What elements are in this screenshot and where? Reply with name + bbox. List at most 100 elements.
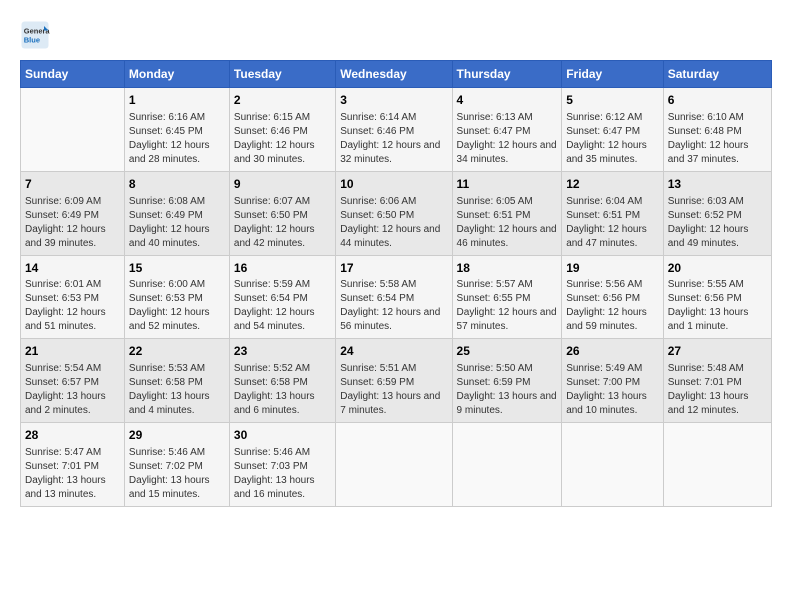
cell-week4-day6: 26Sunrise: 5:49 AMSunset: 7:00 PMDayligh… <box>562 339 664 423</box>
day-number: 19 <box>566 260 659 277</box>
day-number: 7 <box>25 176 120 193</box>
day-info: Sunrise: 5:46 AMSunset: 7:03 PMDaylight:… <box>234 446 331 502</box>
cell-week5-day5 <box>452 423 562 507</box>
header-tuesday: Tuesday <box>229 61 335 88</box>
cell-week2-day1: 7 Sunrise: 6:09 AMSunset: 6:49 PMDaylight… <box>21 171 125 255</box>
cell-week5-day2: 29 Sunrise: 5:46 AMSunset: 7:02 PMDayligh… <box>124 423 229 507</box>
cell-week3-day7: 20Sunrise: 5:55 AMSunset: 6:56 PMDayligh… <box>663 255 771 339</box>
day-info: Sunrise: 6:00 AMSunset: 6:53 PMDaylight:… <box>129 278 225 334</box>
day-info: Sunrise: 5:48 AMSunset: 7:01 PMDaylight:… <box>668 362 767 418</box>
header-wednesday: Wednesday <box>336 61 452 88</box>
svg-text:General: General <box>24 27 50 36</box>
day-info: Sunrise: 6:10 AMSunset: 6:48 PMDaylight:… <box>668 111 767 167</box>
cell-week5-day1: 28Sunrise: 5:47 AMSunset: 7:01 PMDayligh… <box>21 423 125 507</box>
day-number: 2 <box>234 92 331 109</box>
cell-week4-day5: 25 Sunrise: 5:50 AMSunset: 6:59 PMDayligh… <box>452 339 562 423</box>
day-info: Sunrise: 5:53 AMSunset: 6:58 PMDaylight:… <box>129 362 225 418</box>
day-info: Sunrise: 5:52 AMSunset: 6:58 PMDaylight:… <box>234 362 331 418</box>
cell-week2-day7: 13Sunrise: 6:03 AMSunset: 6:52 PMDayligh… <box>663 171 771 255</box>
day-info: Sunrise: 5:59 AMSunset: 6:54 PMDaylight:… <box>234 278 331 334</box>
day-info: Sunrise: 6:12 AMSunset: 6:47 PMDaylight:… <box>566 111 659 167</box>
day-number: 26 <box>566 343 659 360</box>
header-sunday: Sunday <box>21 61 125 88</box>
cell-week2-day3: 9 Sunrise: 6:07 AMSunset: 6:50 PMDaylight… <box>229 171 335 255</box>
logo: General Blue <box>20 20 54 50</box>
day-info: Sunrise: 5:46 AMSunset: 7:02 PMDaylight:… <box>129 446 225 502</box>
day-info: Sunrise: 6:09 AMSunset: 6:49 PMDaylight:… <box>25 195 120 251</box>
cell-week1-day3: 2 Sunrise: 6:15 AMSunset: 6:46 PMDaylight… <box>229 88 335 172</box>
cell-week2-day5: 11 Sunrise: 6:05 AMSunset: 6:51 PMDayligh… <box>452 171 562 255</box>
day-info: Sunrise: 5:51 AMSunset: 6:59 PMDaylight:… <box>340 362 447 418</box>
day-number: 22 <box>129 343 225 360</box>
day-info: Sunrise: 5:56 AMSunset: 6:56 PMDaylight:… <box>566 278 659 334</box>
cell-week5-day4 <box>336 423 452 507</box>
day-number: 11 <box>457 176 558 193</box>
day-number: 9 <box>234 176 331 193</box>
cell-week1-day5: 4Sunrise: 6:13 AMSunset: 6:47 PMDaylight… <box>452 88 562 172</box>
cell-week5-day7 <box>663 423 771 507</box>
day-number: 20 <box>668 260 767 277</box>
cell-week3-day6: 19Sunrise: 5:56 AMSunset: 6:56 PMDayligh… <box>562 255 664 339</box>
cell-week2-day2: 8 Sunrise: 6:08 AMSunset: 6:49 PMDaylight… <box>124 171 229 255</box>
day-number: 18 <box>457 260 558 277</box>
day-number: 3 <box>340 92 447 109</box>
cell-week4-day2: 22 Sunrise: 5:53 AMSunset: 6:58 PMDayligh… <box>124 339 229 423</box>
day-info: Sunrise: 6:01 AMSunset: 6:53 PMDaylight:… <box>25 278 120 334</box>
cell-week4-day3: 23 Sunrise: 5:52 AMSunset: 6:58 PMDayligh… <box>229 339 335 423</box>
day-number: 25 <box>457 343 558 360</box>
day-info: Sunrise: 6:08 AMSunset: 6:49 PMDaylight:… <box>129 195 225 251</box>
header-saturday: Saturday <box>663 61 771 88</box>
cell-week3-day1: 14Sunrise: 6:01 AMSunset: 6:53 PMDayligh… <box>21 255 125 339</box>
cell-week4-day4: 24 Sunrise: 5:51 AMSunset: 6:59 PMDayligh… <box>336 339 452 423</box>
week-row-3: 14Sunrise: 6:01 AMSunset: 6:53 PMDayligh… <box>21 255 772 339</box>
day-info: Sunrise: 6:05 AMSunset: 6:51 PMDaylight:… <box>457 195 558 251</box>
day-number: 30 <box>234 427 331 444</box>
day-number: 12 <box>566 176 659 193</box>
header: General Blue <box>20 20 772 50</box>
day-info: Sunrise: 6:16 AMSunset: 6:45 PMDaylight:… <box>129 111 225 167</box>
day-info: Sunrise: 5:57 AMSunset: 6:55 PMDaylight:… <box>457 278 558 334</box>
cell-week1-day6: 5 Sunrise: 6:12 AMSunset: 6:47 PMDaylight… <box>562 88 664 172</box>
cell-week4-day1: 21 Sunrise: 5:54 AMSunset: 6:57 PMDayligh… <box>21 339 125 423</box>
day-number: 6 <box>668 92 767 109</box>
day-number: 24 <box>340 343 447 360</box>
day-number: 29 <box>129 427 225 444</box>
day-number: 21 <box>25 343 120 360</box>
header-friday: Friday <box>562 61 664 88</box>
week-row-1: 1 Sunrise: 6:16 AMSunset: 6:45 PMDaylight… <box>21 88 772 172</box>
cell-week3-day2: 15Sunrise: 6:00 AMSunset: 6:53 PMDayligh… <box>124 255 229 339</box>
day-number: 1 <box>129 92 225 109</box>
day-number: 14 <box>25 260 120 277</box>
calendar-header-row: SundayMondayTuesdayWednesdayThursdayFrid… <box>21 61 772 88</box>
day-info: Sunrise: 5:50 AMSunset: 6:59 PMDaylight:… <box>457 362 558 418</box>
day-number: 10 <box>340 176 447 193</box>
day-info: Sunrise: 6:07 AMSunset: 6:50 PMDaylight:… <box>234 195 331 251</box>
cell-week3-day3: 16Sunrise: 5:59 AMSunset: 6:54 PMDayligh… <box>229 255 335 339</box>
day-info: Sunrise: 6:14 AMSunset: 6:46 PMDaylight:… <box>340 111 447 167</box>
day-number: 15 <box>129 260 225 277</box>
day-info: Sunrise: 6:13 AMSunset: 6:47 PMDaylight:… <box>457 111 558 167</box>
day-number: 28 <box>25 427 120 444</box>
day-number: 23 <box>234 343 331 360</box>
week-row-4: 21 Sunrise: 5:54 AMSunset: 6:57 PMDayligh… <box>21 339 772 423</box>
day-number: 17 <box>340 260 447 277</box>
day-number: 8 <box>129 176 225 193</box>
day-info: Sunrise: 5:55 AMSunset: 6:56 PMDaylight:… <box>668 278 767 334</box>
cell-week1-day2: 1 Sunrise: 6:16 AMSunset: 6:45 PMDaylight… <box>124 88 229 172</box>
day-number: 5 <box>566 92 659 109</box>
cell-week5-day6 <box>562 423 664 507</box>
cell-week1-day4: 3 Sunrise: 6:14 AMSunset: 6:46 PMDaylight… <box>336 88 452 172</box>
header-thursday: Thursday <box>452 61 562 88</box>
day-info: Sunrise: 5:58 AMSunset: 6:54 PMDaylight:… <box>340 278 447 334</box>
cell-week1-day1 <box>21 88 125 172</box>
cell-week5-day3: 30 Sunrise: 5:46 AMSunset: 7:03 PMDayligh… <box>229 423 335 507</box>
logo-icon: General Blue <box>20 20 50 50</box>
day-info: Sunrise: 6:15 AMSunset: 6:46 PMDaylight:… <box>234 111 331 167</box>
day-info: Sunrise: 6:04 AMSunset: 6:51 PMDaylight:… <box>566 195 659 251</box>
day-info: Sunrise: 5:54 AMSunset: 6:57 PMDaylight:… <box>25 362 120 418</box>
day-info: Sunrise: 6:06 AMSunset: 6:50 PMDaylight:… <box>340 195 447 251</box>
header-monday: Monday <box>124 61 229 88</box>
day-info: Sunrise: 6:03 AMSunset: 6:52 PMDaylight:… <box>668 195 767 251</box>
day-number: 16 <box>234 260 331 277</box>
cell-week2-day6: 12 Sunrise: 6:04 AMSunset: 6:51 PMDayligh… <box>562 171 664 255</box>
